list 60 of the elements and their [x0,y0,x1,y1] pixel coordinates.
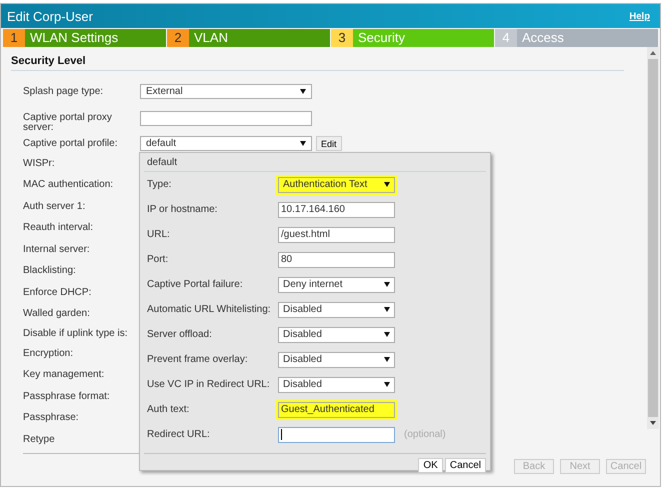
field-label: Port: [147,254,170,265]
field-label: Automatic URL Whitelisting: [147,304,272,315]
input-field[interactable]: /guest.html [278,226,395,242]
field-label: URL: [147,229,171,240]
field-label: Disable if uplink type is: [23,328,128,339]
field-label: Key management: [23,369,106,380]
field-label: Prevent frame overlay: [147,354,249,365]
dropdown[interactable]: Disabled [278,326,395,342]
field-label: Passphrase format: [23,390,111,402]
dropdown[interactable]: Disabled [278,302,395,318]
field-label: Encryption: [23,348,74,359]
field-label: Walled garden: [23,308,91,320]
dropdown[interactable]: Deny internet [278,276,395,292]
scroll-up-icon[interactable] [650,51,656,55]
input-field[interactable] [140,110,312,126]
field-label: Splash page type: [23,86,104,98]
field-label: MAC authentication: [23,179,114,190]
field-label: Auth text: [147,404,190,415]
field-label: Auth server 1: [23,200,86,212]
field-label: Redirect URL: [147,429,211,440]
field-label: Internal server: [23,244,91,255]
caret-icon [384,182,390,187]
field-label: Retype [23,434,56,445]
field-label: Use VC IP in Redirect URL: [147,379,271,390]
input-field[interactable] [278,426,395,442]
caret-icon [384,382,390,387]
popup-button[interactable]: OK [418,458,443,473]
popup-title: default [144,153,486,172]
caret-icon [384,307,390,312]
window-title: Edit Corp-User [7,8,93,24]
edit-button[interactable]: Edit [316,136,342,151]
field-label: Blacklisting: [23,265,77,276]
dropdown[interactable]: Disabled [278,352,395,368]
input-field[interactable]: 80 [278,252,395,268]
dropdown[interactable]: External [140,84,312,100]
caret-icon [300,141,306,146]
field-label: Captive Portal failure: [147,279,244,290]
field-label: Enforce DHCP: [23,286,92,298]
dropdown[interactable]: Disabled [278,376,395,392]
hint-text: (optional) [404,429,446,440]
caret-icon [300,89,306,94]
scrollbar[interactable] [647,47,659,429]
caret-icon [384,282,390,287]
caret-icon [384,357,390,362]
field-label: Passphrase: [23,412,80,424]
field-label: Captive portal profile: [23,138,118,149]
popup-button[interactable]: Cancel [444,458,486,473]
dropdown[interactable]: default [140,136,312,151]
caret-icon [384,332,390,337]
dropdown[interactable]: Authentication Text [278,176,395,192]
scroll-down-icon[interactable] [650,421,656,425]
field-label: Captive portal proxy server: [23,112,113,132]
input-field[interactable]: Guest_Authenticated [278,402,395,418]
field-label: Type: [147,179,172,190]
section-heading: Security Level [11,55,86,67]
field-label: Server offload: [147,329,213,340]
field-label: Reauth interval: [23,222,94,234]
field-label: IP or hostname: [147,204,218,215]
field-label: WISPr: [23,158,56,169]
input-field[interactable]: 10.17.164.160 [278,202,395,218]
